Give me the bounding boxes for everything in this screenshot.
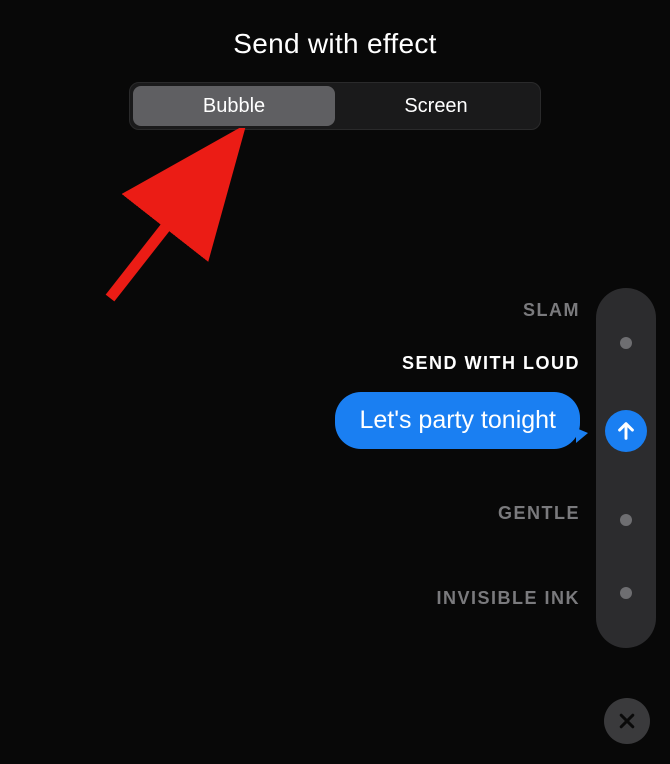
page-title: Send with effect [0,0,670,60]
tab-screen[interactable]: Screen [335,86,537,126]
effect-option-invisible[interactable]: INVISIBLE INK [436,588,580,609]
effect-dot-gentle[interactable] [620,514,632,526]
message-preview-bubble: Let's party tonight [335,392,580,449]
effect-dot-invisible[interactable] [620,587,632,599]
annotation-arrow [98,128,258,323]
effect-option-gentle[interactable]: GENTLE [498,503,580,524]
tab-bubble[interactable]: Bubble [133,86,335,126]
effect-option-slam[interactable]: SLAM [523,300,580,321]
send-button[interactable] [605,410,647,452]
effect-selector-track [596,288,656,648]
tab-screen-label: Screen [404,95,467,118]
message-text: Let's party tonight [359,406,556,434]
tab-bubble-label: Bubble [203,95,265,118]
close-icon [617,711,637,731]
effect-type-segmented: Bubble Screen [129,82,541,130]
effects-list: SLAM SEND WITH LOUD Let's party tonight … [335,300,580,609]
effect-dot-slam[interactable] [620,337,632,349]
arrow-up-icon [615,420,637,442]
effect-option-loud[interactable]: SEND WITH LOUD [402,353,580,374]
close-button[interactable] [604,698,650,744]
